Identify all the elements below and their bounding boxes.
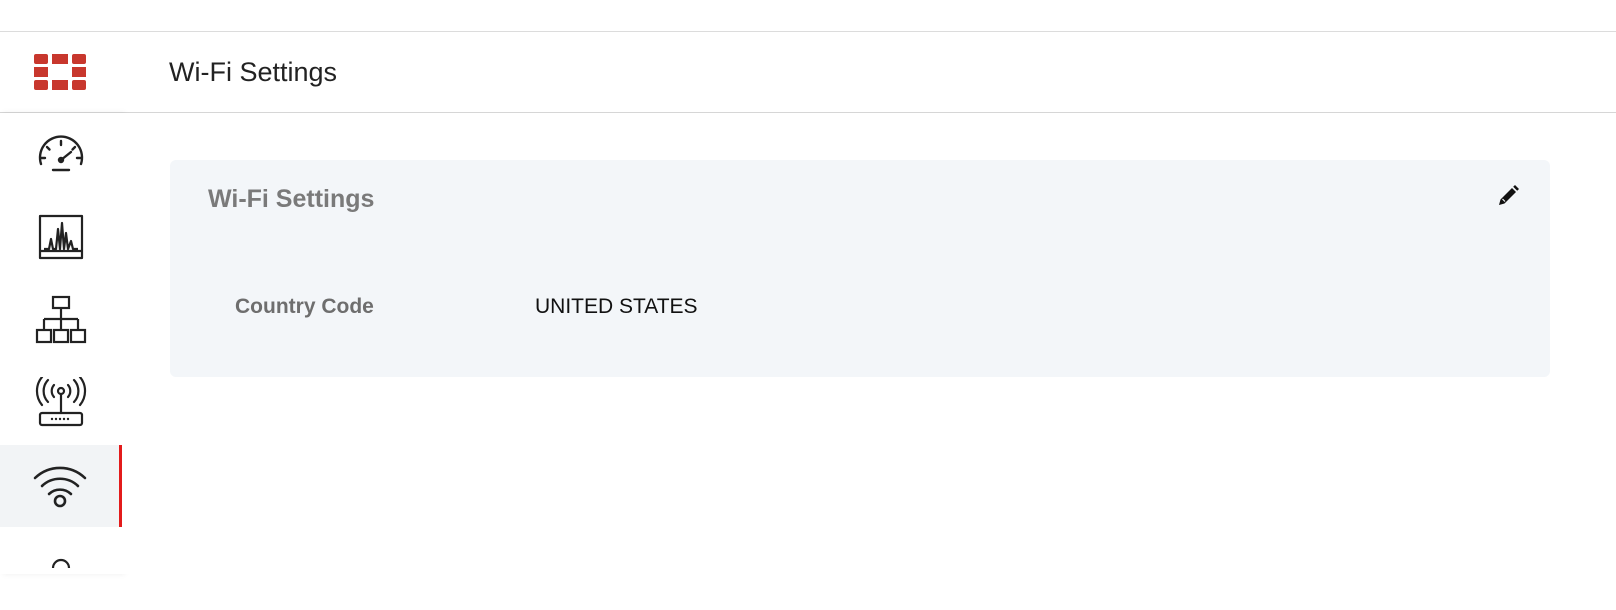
app-header: Wi-Fi Settings [0,32,1616,113]
sidebar-item-network[interactable] [0,279,122,361]
network-topology-icon [35,295,87,345]
edit-button[interactable] [1494,184,1522,212]
monitor-chart-icon [37,213,85,261]
page-title: Wi-Fi Settings [169,57,338,87]
sidebar-item-access-point[interactable] [0,362,122,444]
sidebar-item-monitor[interactable] [0,196,122,278]
partial-icon [41,550,81,570]
top-strip [0,0,1616,32]
sidebar-item-dashboard[interactable] [0,113,122,195]
country-code-value: UNITED STATES [535,295,698,318]
access-point-icon [34,377,88,429]
sidebar [0,113,122,574]
sidebar-item-more[interactable] [0,528,122,610]
card-title: Wi-Fi Settings [208,185,375,213]
sidebar-item-wifi[interactable] [0,445,122,527]
country-code-label: Country Code [235,295,374,318]
main-content: Wi-Fi Settings Country Code UNITED STATE… [122,113,1616,574]
wifi-settings-card: Wi-Fi Settings Country Code UNITED STATE… [170,160,1550,377]
dashboard-gauge-icon [35,134,87,174]
wifi-icon [32,464,88,508]
fortinet-logo-icon[interactable] [34,54,86,90]
pencil-icon [1496,184,1520,213]
